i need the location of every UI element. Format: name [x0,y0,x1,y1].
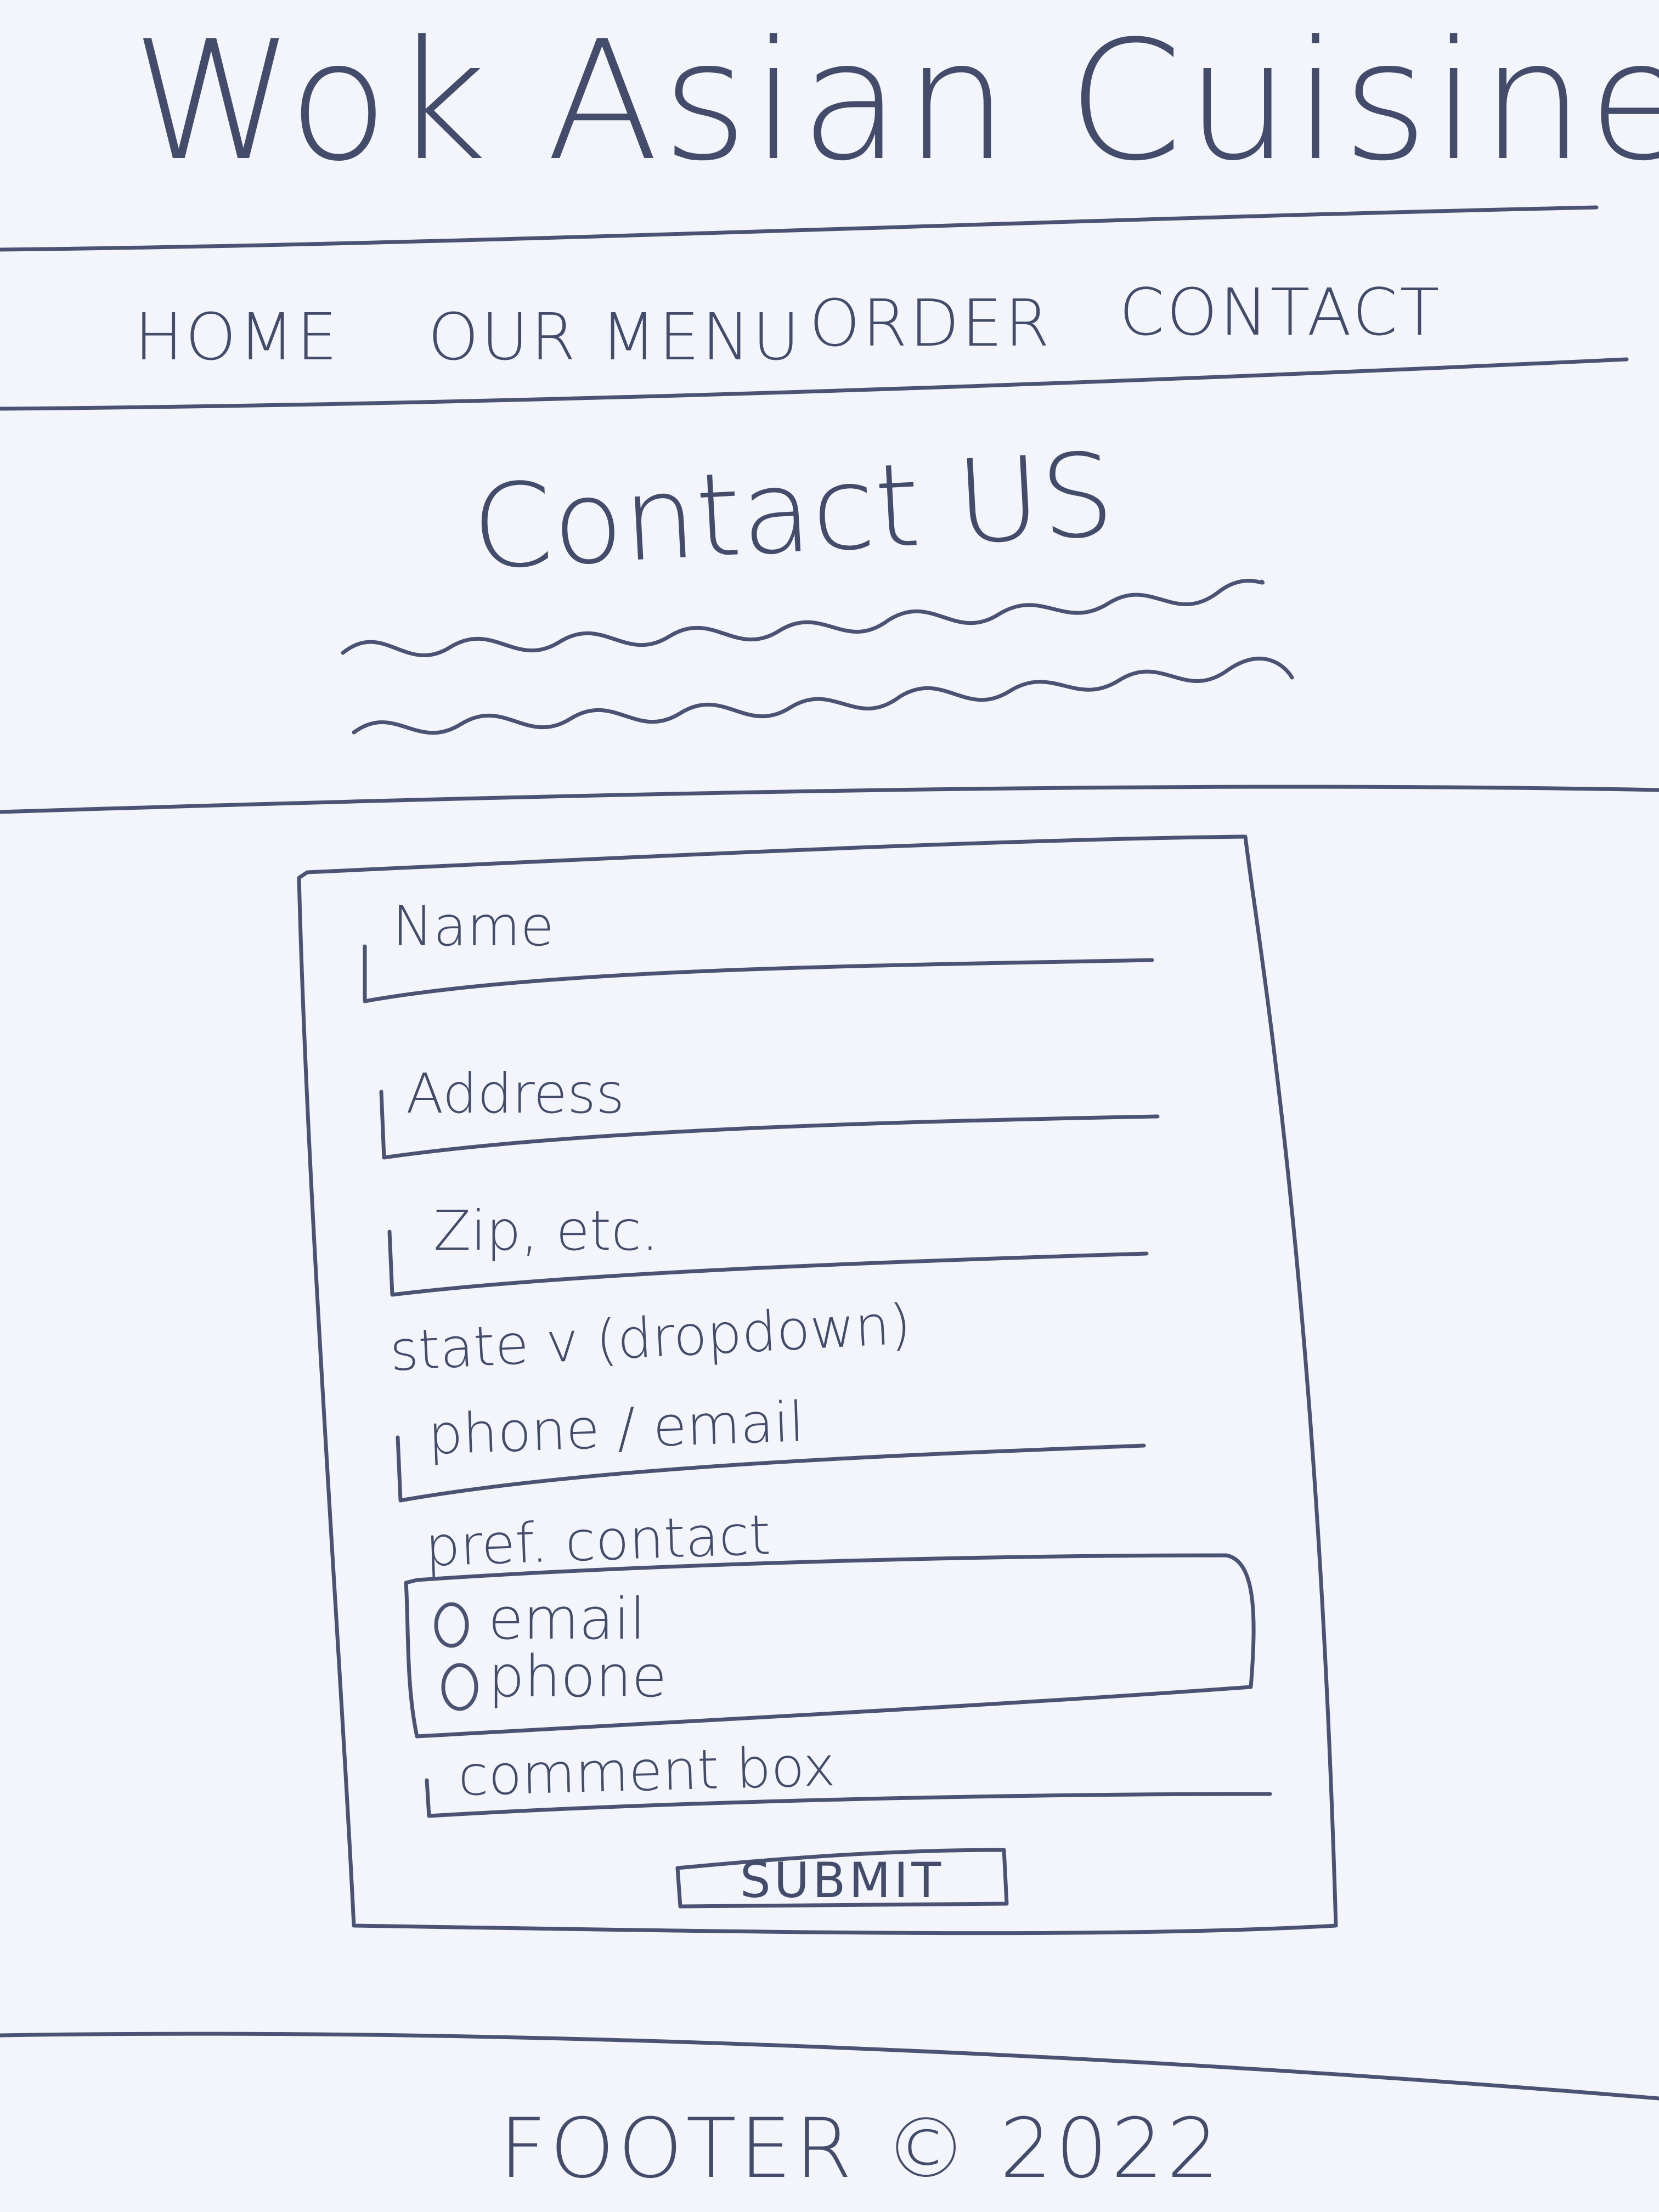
email-radio-option[interactable]: email [488,1585,646,1652]
nav-item-order[interactable]: ORDER [809,285,1052,361]
nav-item-contact[interactable]: CONTACT [1119,274,1442,350]
footer-text: FOOTER © 2022 [499,2101,1223,2197]
wireframe-page: Wok Asian Cuisine HOME OUR MENU ORDER CO… [0,0,1659,2212]
text-placeholder-squiggle-2 [352,657,1294,735]
address-field[interactable]: Address [406,1062,624,1126]
footer-divider [0,2032,1659,2101]
site-title: Wok Asian Cuisine [132,5,1659,197]
comment-field[interactable]: comment box [458,1734,836,1808]
pref-contact-label: pref. contact [424,1503,772,1579]
name-field[interactable]: Name [392,894,554,958]
email-radio-circle [434,1602,469,1648]
phone-radio-option[interactable]: phone [488,1643,667,1710]
section-divider [0,785,1659,814]
phone-radio-circle [441,1663,478,1711]
nav-item-home[interactable]: HOME [134,299,340,375]
phone-email-field[interactable]: phone / email [427,1390,805,1467]
zip-field[interactable]: Zip, etc. [433,1199,659,1263]
nav-item-our-menu[interactable]: OUR MENU [428,299,802,375]
header-divider [0,205,1599,252]
submit-button[interactable]: SUBMIT [680,1852,1004,1909]
